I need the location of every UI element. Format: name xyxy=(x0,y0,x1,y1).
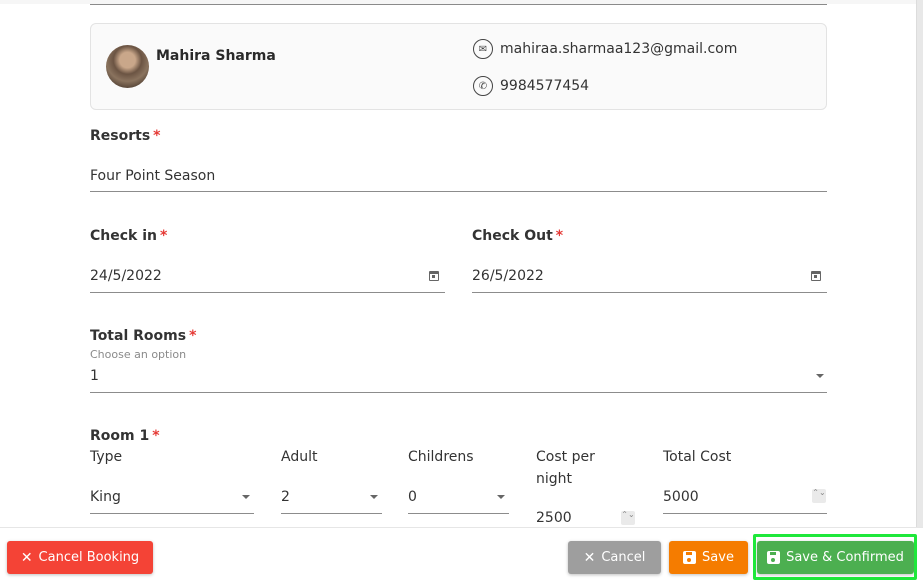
save-label: Save xyxy=(702,550,734,565)
guest-name: Mahira Sharma xyxy=(156,48,276,64)
phone-icon: ✆ xyxy=(473,76,493,96)
chevron-down-icon[interactable] xyxy=(816,374,824,378)
calendar-icon[interactable] xyxy=(429,271,439,281)
childrens-select[interactable]: 0 xyxy=(408,489,417,505)
required-asterisk: * xyxy=(152,428,160,444)
save-button[interactable]: Save xyxy=(669,541,748,574)
resorts-underline xyxy=(90,191,827,192)
resorts-label-text: Resorts xyxy=(90,128,151,144)
check-out-label: Check Out * xyxy=(472,228,563,244)
adult-underline xyxy=(281,513,382,514)
total-rooms-select[interactable]: 1 xyxy=(90,368,99,384)
total-rooms-label-text: Total Rooms xyxy=(90,328,187,344)
guest-avatar xyxy=(106,45,149,88)
cancel-booking-label: Cancel Booking xyxy=(38,550,140,565)
number-spinner-icon[interactable]: ⌃⌄ xyxy=(621,511,635,525)
room-type-underline xyxy=(90,513,254,514)
childrens-underline xyxy=(408,513,509,514)
booking-form-page: Mahira Sharma ✉ mahiraa.sharmaa123@gmail… xyxy=(0,0,923,583)
cancel-booking-button[interactable]: ✕ Cancel Booking xyxy=(7,541,153,574)
total-cost-underline xyxy=(663,513,827,514)
cost-per-night-input[interactable]: 2500 xyxy=(536,510,572,526)
guest-email: ✉ mahiraa.sharmaa123@gmail.com xyxy=(473,39,737,59)
previous-field-underline xyxy=(90,4,827,5)
chevron-down-icon[interactable] xyxy=(370,495,378,499)
required-asterisk: * xyxy=(189,328,197,344)
form-scroll-area: Mahira Sharma ✉ mahiraa.sharmaa123@gmail… xyxy=(0,0,923,527)
resorts-input[interactable]: Four Point Season xyxy=(90,168,215,184)
required-asterisk: * xyxy=(153,128,161,144)
chevron-down-icon[interactable] xyxy=(497,495,505,499)
total-rooms-hint: Choose an option xyxy=(90,348,187,361)
check-in-label: Check in * xyxy=(90,228,167,244)
save-icon xyxy=(683,551,697,564)
number-spinner-icon[interactable]: ⌃⌄ xyxy=(812,489,826,503)
guest-card: Mahira Sharma ✉ mahiraa.sharmaa123@gmail… xyxy=(90,23,827,110)
guest-phone: ✆ 9984577454 xyxy=(473,76,589,96)
close-icon: ✕ xyxy=(583,549,596,566)
check-out-input[interactable]: 26/5/2022 xyxy=(472,268,544,284)
guest-phone-text: 9984577454 xyxy=(500,78,590,94)
cost-per-night-label: Cost per night xyxy=(536,449,595,487)
total-cost-input[interactable]: 5000 xyxy=(663,489,699,505)
guest-email-text: mahiraa.sharmaa123@gmail.com xyxy=(500,41,738,57)
total-cost-label: Total Cost xyxy=(663,449,732,465)
check-in-underline xyxy=(90,292,445,293)
room-type-label: Type xyxy=(90,449,123,465)
total-rooms-label: Total Rooms * xyxy=(90,328,196,344)
scrollbar[interactable] xyxy=(916,0,923,527)
room-type-select[interactable]: King xyxy=(90,489,121,505)
adult-label: Adult xyxy=(281,449,318,465)
calendar-icon[interactable] xyxy=(811,271,821,281)
email-icon: ✉ xyxy=(473,39,493,59)
resorts-label: Resorts * xyxy=(90,128,160,144)
room1-label-text: Room 1 xyxy=(90,428,150,444)
close-icon: ✕ xyxy=(20,549,33,566)
childrens-label: Childrens xyxy=(408,449,474,465)
required-asterisk: * xyxy=(160,228,168,244)
room1-label: Room 1 * xyxy=(90,428,160,444)
check-in-input[interactable]: 24/5/2022 xyxy=(90,268,162,284)
adult-select[interactable]: 2 xyxy=(281,489,290,505)
cancel-label: Cancel xyxy=(601,550,646,565)
chevron-down-icon[interactable] xyxy=(242,495,250,499)
required-asterisk: * xyxy=(555,228,564,244)
cancel-button[interactable]: ✕ Cancel xyxy=(568,541,661,574)
total-rooms-underline xyxy=(90,392,827,393)
check-out-underline xyxy=(472,292,827,293)
focus-highlight xyxy=(753,534,917,580)
check-out-label-text: Check Out xyxy=(472,228,553,244)
check-in-label-text: Check in xyxy=(90,228,157,244)
